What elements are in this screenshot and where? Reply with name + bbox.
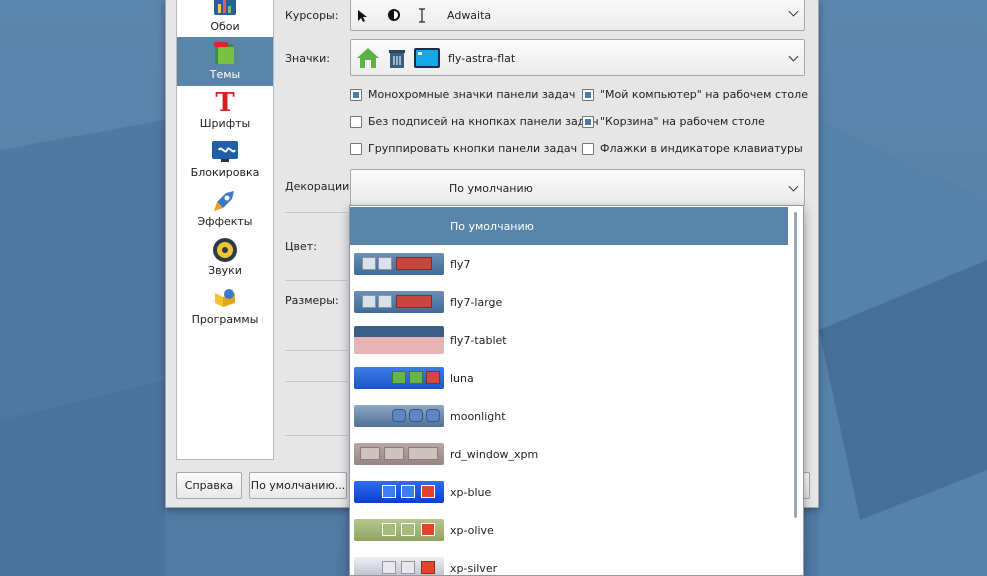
cursors-label: Курсоры: <box>285 9 339 22</box>
icons-value: fly-astra-flat <box>448 52 516 65</box>
sidebar-item-label: Шрифты <box>199 117 251 130</box>
themes-icon <box>210 40 240 68</box>
option-label: По умолчанию <box>450 219 534 233</box>
checkbox-label: Группировать кнопки панели задач <box>368 142 578 155</box>
option-label: rd_window_xpm <box>450 447 539 461</box>
programs-icon <box>210 285 240 313</box>
sidebar-item-label: Эффекты <box>197 215 253 228</box>
sidebar-item-label: Темы <box>209 68 241 81</box>
checkbox-label: "Корзина" на рабочем столе <box>600 115 765 128</box>
xp-silver-preview-icon <box>354 557 444 575</box>
option-label: xp-olive <box>450 523 494 537</box>
dropdown-option-luna[interactable]: luna <box>350 359 788 397</box>
checkbox-unchecked-icon <box>582 142 594 155</box>
group-taskbar-buttons-checkbox[interactable]: Группировать кнопки панели задач <box>350 142 577 155</box>
dropdown-scrollbar[interactable] <box>794 212 797 518</box>
divider <box>285 350 347 351</box>
fly7-large-preview-icon <box>354 291 444 313</box>
fly7-tablet-preview-icon <box>354 326 444 354</box>
cursor-busy-icon <box>387 8 401 25</box>
option-label: moonlight <box>450 409 506 423</box>
dropdown-option-xp-olive[interactable]: xp-olive <box>350 511 788 549</box>
cursor-text-icon <box>418 8 426 26</box>
dropdown-option-fly7-large[interactable]: fly7-large <box>350 283 788 321</box>
no-taskbar-captions-checkbox[interactable]: Без подписей на кнопках панели задач <box>350 115 599 128</box>
option-label: luna <box>450 371 474 385</box>
dropdown-option-fly7-tablet[interactable]: fly7-tablet <box>350 321 788 359</box>
fly7-preview-icon <box>354 253 444 275</box>
dropdown-option-xp-blue[interactable]: xp-blue <box>350 473 788 511</box>
rd-window-xpm-preview-icon <box>354 443 444 465</box>
defaults-button[interactable]: По умолчанию... <box>249 472 347 499</box>
home-icon <box>356 46 380 73</box>
cursor-arrow-icon <box>357 9 369 26</box>
sidebar-item-wallpaper[interactable]: Обои <box>177 0 273 38</box>
checkbox-checked-icon <box>582 115 594 128</box>
decorations-label: Декорации: <box>285 180 353 193</box>
dropdown-option-moonlight[interactable]: moonlight <box>350 397 788 435</box>
sidebar-item-effects[interactable]: Эффекты <box>177 184 273 233</box>
color-label: Цвет: <box>285 240 317 253</box>
checkbox-label: Флажки в индикаторе клавиатуры <box>600 142 803 155</box>
decorations-value: По умолчанию <box>449 182 533 195</box>
xp-blue-preview-icon <box>354 481 444 503</box>
moonlight-preview-icon <box>354 405 444 427</box>
fonts-icon: T <box>215 88 235 118</box>
dropdown-option-fly7[interactable]: fly7 <box>350 245 788 283</box>
sidebar-item-label: Блокировка <box>190 166 260 179</box>
lock-screen-icon <box>210 138 240 166</box>
sidebar-item-programs[interactable]: Программы <box>177 282 273 331</box>
icons-combobox[interactable]: fly-astra-flat <box>350 39 805 76</box>
sidebar-item-label: Программы <box>191 313 259 326</box>
option-label: fly7-large <box>450 295 503 309</box>
dropdown-option-rd-window-xpm[interactable]: rd_window_xpm <box>350 435 788 473</box>
desktop-display-icon <box>413 47 441 72</box>
help-button[interactable]: Справка <box>176 472 242 499</box>
decorations-dropdown-list: По умолчанию fly7 fly7-large fly7-tablet… <box>349 205 804 576</box>
sidebar-item-lock[interactable]: Блокировка <box>177 135 273 184</box>
keyboard-flags-checkbox[interactable]: Флажки в индикаторе клавиатуры <box>582 142 803 155</box>
sidebar-item-fonts[interactable]: T Шрифты <box>177 86 273 135</box>
sizes-label: Размеры: <box>285 294 339 307</box>
divider <box>285 280 347 281</box>
category-sidebar: Обои Темы T Шрифты Блокировка Эффекты Зв… <box>176 0 274 460</box>
decorations-combobox[interactable]: По умолчанию <box>350 169 805 206</box>
trash-icon <box>387 47 407 72</box>
checkbox-label: Монохромные значки панели задач <box>368 88 576 101</box>
cursors-value: Adwaita <box>447 9 492 22</box>
sidebar-item-themes[interactable]: Темы <box>177 37 273 86</box>
checkbox-unchecked-icon <box>350 115 362 128</box>
dropdown-option-xp-silver[interactable]: xp-silver <box>350 549 788 575</box>
sidebar-item-label: Звуки <box>208 264 242 277</box>
sidebar-item-label: Обои <box>210 20 240 33</box>
mono-taskbar-icons-checkbox[interactable]: Монохромные значки панели задач <box>350 88 575 101</box>
wallpaper-icon <box>210 0 240 20</box>
checkbox-checked-icon <box>350 88 362 101</box>
option-label: xp-silver <box>450 561 498 575</box>
luna-preview-icon <box>354 367 444 389</box>
dropdown-option-default[interactable]: По умолчанию <box>350 207 788 245</box>
checkbox-label: Без подписей на кнопках панели задач <box>368 115 599 128</box>
chevron-down-icon <box>788 181 799 192</box>
checkbox-unchecked-icon <box>350 142 362 155</box>
cursors-combobox[interactable]: Adwaita <box>350 0 805 31</box>
chevron-down-icon <box>788 6 799 17</box>
chevron-down-icon <box>788 51 799 62</box>
checkbox-checked-icon <box>582 88 594 101</box>
effects-rocket-icon <box>210 187 240 215</box>
sidebar-item-sounds[interactable]: Звуки <box>177 233 273 282</box>
option-label: xp-blue <box>450 485 492 499</box>
option-label: fly7 <box>450 257 471 271</box>
icons-label: Значки: <box>285 52 330 65</box>
option-label: fly7-tablet <box>450 333 507 347</box>
my-computer-on-desktop-checkbox[interactable]: "Мой компьютер" на рабочем столе <box>582 88 808 101</box>
divider <box>285 435 347 436</box>
divider <box>285 212 347 213</box>
checkbox-label: "Мой компьютер" на рабочем столе <box>600 88 808 101</box>
trash-on-desktop-checkbox[interactable]: "Корзина" на рабочем столе <box>582 115 765 128</box>
xp-olive-preview-icon <box>354 519 444 541</box>
divider <box>285 381 347 382</box>
sounds-icon <box>210 236 240 264</box>
